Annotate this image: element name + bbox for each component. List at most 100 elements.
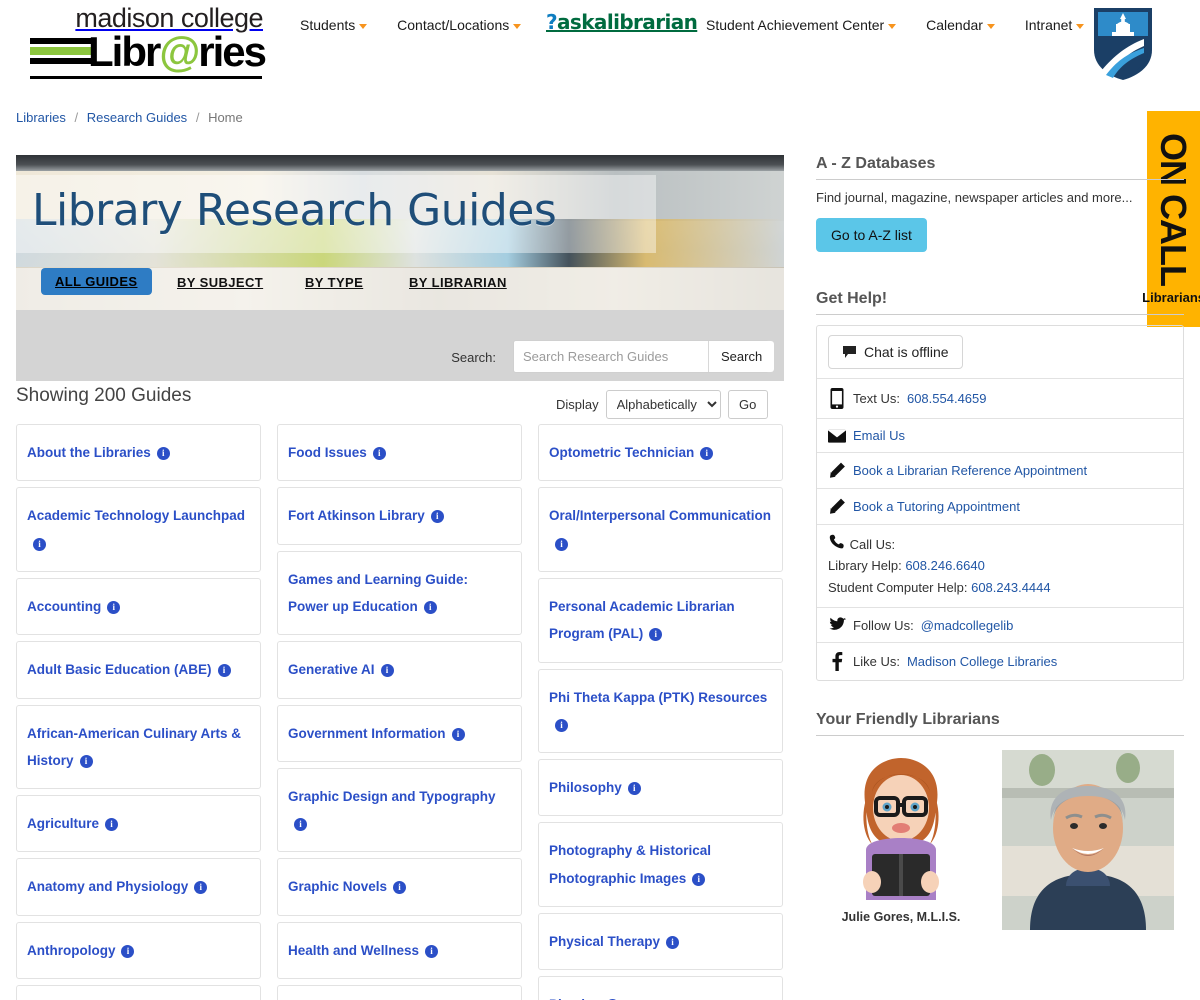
info-icon[interactable]: i bbox=[425, 944, 439, 958]
info-icon[interactable]: i bbox=[217, 664, 231, 678]
guide-link[interactable]: Optometric Technician bbox=[549, 445, 694, 460]
chat-offline-button[interactable]: Chat is offline bbox=[828, 335, 963, 369]
guide-card[interactable]: About the Libraries i bbox=[16, 424, 261, 482]
info-icon[interactable]: i bbox=[79, 754, 93, 768]
guide-card[interactable]: Generative AI i bbox=[277, 641, 522, 699]
guide-link[interactable]: Graphic Novels bbox=[288, 879, 387, 894]
guide-card[interactable]: Adult Basic Education (ABE) i bbox=[16, 641, 261, 699]
guide-card[interactable]: Games and Learning Guide: Power up Educa… bbox=[277, 550, 522, 636]
guide-card[interactable]: Personal Academic Librarian Program (PAL… bbox=[538, 577, 783, 663]
guide-card[interactable]: Agriculture i bbox=[16, 795, 261, 853]
guide-card[interactable]: Physicsi bbox=[538, 976, 783, 1000]
guide-card[interactable]: Photography & Historical Photographic Im… bbox=[538, 822, 783, 908]
guide-link[interactable]: Graphic Design and Typography bbox=[288, 789, 496, 804]
info-icon[interactable]: i bbox=[393, 881, 407, 895]
info-icon[interactable]: i bbox=[294, 818, 307, 832]
tab-by-type[interactable]: BY TYPE bbox=[305, 275, 363, 290]
guide-card[interactable]: Graphic Design and Typography i bbox=[277, 767, 522, 853]
guide-card[interactable]: Accounting i bbox=[16, 577, 261, 636]
guide-card[interactable]: Phi Theta Kappa (PTK) Resources i bbox=[538, 668, 783, 754]
nav-item-contact-locations[interactable]: Contact/Locations bbox=[397, 17, 522, 33]
info-icon[interactable]: i bbox=[105, 818, 119, 832]
guide-card[interactable]: Fort Atkinson Library i bbox=[277, 487, 522, 545]
info-icon[interactable]: i bbox=[649, 628, 663, 642]
tab-by-subject[interactable]: BY SUBJECT bbox=[177, 275, 263, 290]
info-icon[interactable]: i bbox=[692, 872, 706, 886]
guide-card[interactable]: Art Historyi bbox=[16, 985, 261, 1000]
info-icon[interactable]: i bbox=[627, 782, 641, 796]
guide-card[interactable]: African-American Culinary Arts & History… bbox=[16, 704, 261, 790]
guide-link[interactable]: Anatomy and Physiology bbox=[27, 879, 188, 894]
email-us-link[interactable]: Email Us bbox=[853, 428, 905, 443]
guide-link[interactable]: Games and Learning Guide: Power up Educa… bbox=[288, 572, 468, 614]
tab-all-guides[interactable]: ALL GUIDES bbox=[41, 268, 152, 295]
guide-card[interactable]: Food Issues i bbox=[277, 424, 522, 482]
guide-card[interactable]: Oral/Interpersonal Communication i bbox=[538, 487, 783, 572]
info-icon[interactable]: i bbox=[430, 510, 444, 524]
guide-link[interactable]: Food Issues bbox=[288, 445, 367, 460]
info-icon[interactable]: i bbox=[555, 537, 568, 551]
library-help-number[interactable]: 608.246.6640 bbox=[905, 558, 985, 573]
guide-link[interactable]: Academic Technology Launchpad bbox=[27, 508, 245, 523]
search-input[interactable] bbox=[514, 341, 708, 372]
info-icon[interactable]: i bbox=[33, 537, 46, 551]
display-sort-select[interactable]: Alphabetically bbox=[605, 390, 721, 419]
nav-item-calendar[interactable]: Calendar bbox=[926, 17, 995, 33]
guide-link[interactable]: Accounting bbox=[27, 599, 101, 614]
guide-link[interactable]: Generative AI bbox=[288, 662, 375, 677]
info-icon[interactable]: i bbox=[380, 664, 394, 678]
nav-item-students[interactable]: Students bbox=[300, 17, 368, 33]
info-icon[interactable]: i bbox=[107, 600, 121, 614]
guide-link[interactable]: Personal Academic Librarian Program (PAL… bbox=[549, 599, 735, 641]
breadcrumb-item-libraries[interactable]: Libraries bbox=[16, 110, 66, 125]
tab-by-librarian[interactable]: BY LIBRARIAN bbox=[409, 275, 507, 290]
guide-link[interactable]: Philosophy bbox=[549, 780, 622, 795]
guide-link[interactable]: Agriculture bbox=[27, 816, 99, 831]
guide-link[interactable]: Government Information bbox=[288, 726, 446, 741]
guide-card[interactable]: Health and Wellness i bbox=[277, 921, 522, 980]
guide-card[interactable]: Optometric Technician i bbox=[538, 424, 783, 482]
guide-link[interactable]: Anthropology bbox=[27, 943, 115, 958]
guide-link[interactable]: Fort Atkinson Library bbox=[288, 508, 425, 523]
info-icon[interactable]: i bbox=[423, 600, 437, 614]
go-to-az-list-button[interactable]: Go to A-Z list bbox=[816, 218, 927, 252]
info-icon[interactable]: i bbox=[555, 718, 568, 732]
guide-card[interactable]: Physical Therapy i bbox=[538, 913, 783, 971]
info-icon[interactable]: i bbox=[372, 447, 386, 460]
guide-card[interactable]: Graphic Novels i bbox=[277, 858, 522, 916]
nav-item-student-achievement-center[interactable]: Student Achievement Center bbox=[706, 17, 897, 33]
guide-card[interactable]: Anatomy and Physiology i bbox=[16, 858, 261, 916]
info-icon[interactable]: i bbox=[156, 447, 170, 460]
text-us-number[interactable]: 608.554.4659 bbox=[907, 391, 987, 406]
twitter-handle-link[interactable]: @madcollegelib bbox=[921, 618, 1014, 633]
guide-card[interactable]: Government Information i bbox=[277, 704, 522, 762]
guide-link[interactable]: Adult Basic Education (ABE) bbox=[27, 662, 212, 677]
search-button[interactable]: Search bbox=[708, 341, 775, 372]
guide-link[interactable]: Physical Therapy bbox=[549, 934, 660, 949]
guide-card[interactable]: Academic Technology Launchpad i bbox=[16, 487, 261, 572]
guide-card[interactable]: Philosophy i bbox=[538, 759, 783, 817]
facebook-page-link[interactable]: Madison College Libraries bbox=[907, 654, 1057, 669]
info-icon[interactable]: i bbox=[451, 727, 465, 741]
site-logo[interactable]: madison college Libr@ries bbox=[30, 4, 267, 80]
guide-card[interactable]: Anthropology i bbox=[16, 921, 261, 980]
student-computer-help-number[interactable]: 608.243.4444 bbox=[971, 580, 1051, 595]
info-icon[interactable]: i bbox=[121, 944, 135, 958]
ask-a-librarian-logo[interactable]: ?askalibrarian bbox=[546, 10, 698, 34]
breadcrumb-item-research-guides[interactable]: Research Guides bbox=[87, 110, 187, 125]
info-icon[interactable]: i bbox=[666, 936, 680, 950]
madison-college-shield-logo[interactable] bbox=[1092, 6, 1154, 82]
guide-link[interactable]: Phi Theta Kappa (PTK) Resources bbox=[549, 690, 767, 705]
book-librarian-reference-appointment-link[interactable]: Book a Librarian Reference Appointment bbox=[853, 463, 1087, 478]
guide-link[interactable]: Oral/Interpersonal Communication bbox=[549, 508, 771, 523]
book-tutoring-appointment-link[interactable]: Book a Tutoring Appointment bbox=[853, 499, 1020, 514]
nav-item-intranet[interactable]: Intranet bbox=[1025, 17, 1085, 33]
guide-link[interactable]: African-American Culinary Arts & History bbox=[27, 726, 241, 768]
info-icon[interactable]: i bbox=[194, 881, 208, 895]
guide-card[interactable]: History: Africai bbox=[277, 985, 522, 1000]
guide-link[interactable]: Photography & Historical Photographic Im… bbox=[549, 843, 711, 885]
info-icon[interactable]: i bbox=[700, 447, 714, 460]
go-button[interactable]: Go bbox=[727, 390, 768, 419]
guide-link[interactable]: Health and Wellness bbox=[288, 943, 419, 958]
guide-link[interactable]: About the Libraries bbox=[27, 445, 151, 460]
